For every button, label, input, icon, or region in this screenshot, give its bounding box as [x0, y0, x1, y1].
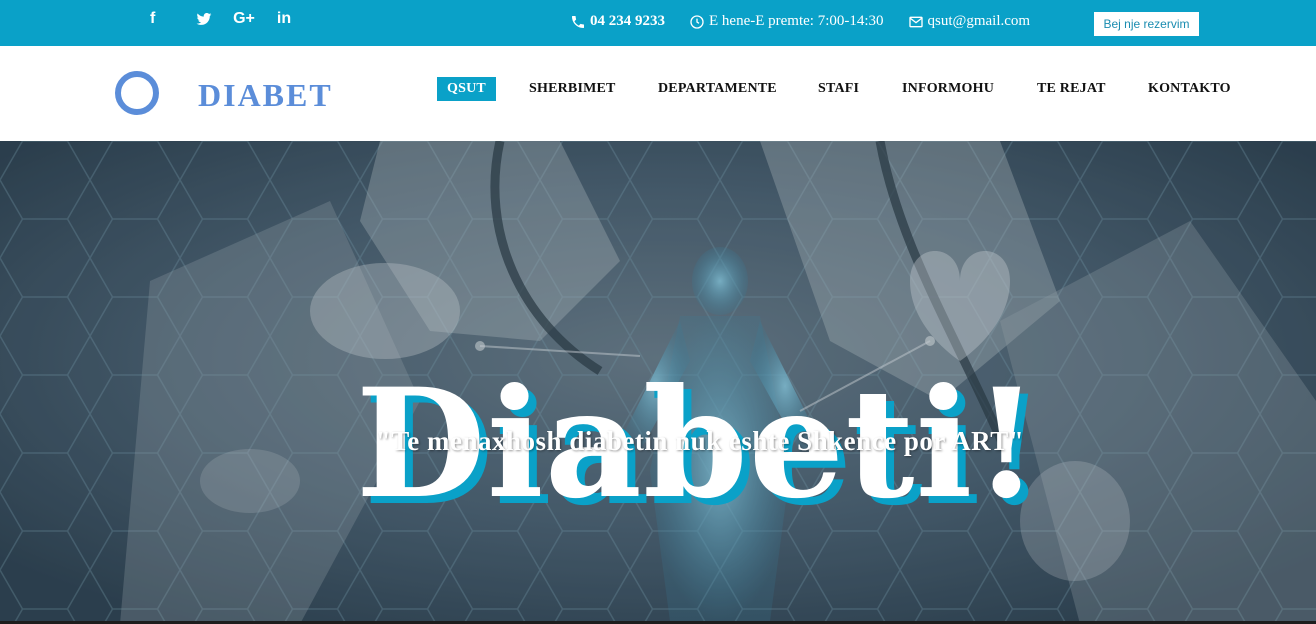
phone-info: 04 234 9233	[570, 13, 665, 30]
facebook-icon[interactable]: f	[150, 8, 166, 30]
social-links: f G+ in	[150, 8, 304, 30]
nav-item-departamente[interactable]: DEPARTAMENTE	[658, 77, 777, 101]
nav-item-qsut[interactable]: QSUT	[437, 77, 496, 101]
nav-item-te-rejat[interactable]: TE REJAT	[1037, 77, 1106, 101]
email-info: qsut@gmail.com	[908, 13, 1031, 30]
nav-item-informohu[interactable]: INFORMOHU	[902, 77, 994, 101]
phone-number: 04 234 9233	[590, 13, 665, 29]
hours-info: E hene-E premte: 7:00-14:30	[689, 13, 884, 30]
envelope-icon	[908, 16, 923, 27]
hero-banner: Diabeti! "Te menaxhosh diabetin nuk esht…	[0, 141, 1316, 624]
phone-icon	[572, 15, 584, 28]
nav-item-stafi[interactable]: STAFI	[818, 77, 859, 101]
contact-info: 04 234 9233 E hene-E premte: 7:00-14:30 …	[570, 13, 1054, 30]
site-header: DIABET QSUT SHERBIMET DEPARTAMENTE STAFI…	[0, 46, 1316, 141]
hero-quote: "Te menaxhosh diabetin nuk eshte Shkence…	[375, 426, 1025, 456]
logo-text[interactable]: DIABET	[198, 77, 333, 114]
opening-hours: E hene-E premte: 7:00-14:30	[709, 13, 884, 29]
nav-item-sherbimet[interactable]: SHERBIMET	[529, 77, 616, 101]
logo-ring-icon[interactable]	[115, 71, 159, 115]
nav-item-kontakto[interactable]: KONTAKTO	[1148, 77, 1231, 101]
twitter-icon[interactable]	[184, 8, 224, 30]
google-plus-icon[interactable]: G+	[224, 8, 264, 30]
clock-icon	[690, 14, 704, 29]
top-bar: f G+ in 04 234 9233 E hene-E premte: 7:0…	[0, 0, 1316, 46]
linkedin-icon[interactable]: in	[264, 8, 304, 30]
email-address[interactable]: qsut@gmail.com	[928, 13, 1031, 30]
reservation-button[interactable]: Bej nje rezervim	[1094, 12, 1199, 36]
